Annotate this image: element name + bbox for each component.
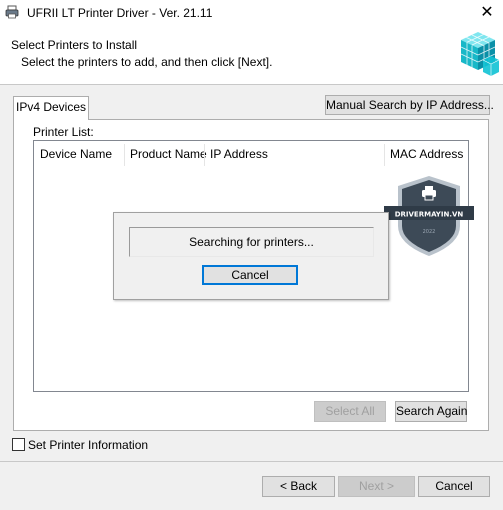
back-button[interactable]: < Back <box>262 476 335 497</box>
close-icon[interactable]: ✕ <box>474 2 500 24</box>
cubes-graphic <box>460 32 500 76</box>
manual-search-button[interactable]: Manual Search by IP Address... <box>325 95 494 115</box>
column-header-device-name[interactable]: Device Name <box>40 147 112 161</box>
printer-list-label: Printer List: <box>33 125 94 139</box>
cancel-search-button[interactable]: Cancel <box>202 265 298 285</box>
header-divider <box>0 84 503 85</box>
window-title: UFRII LT Printer Driver - Ver. 21.11 <box>27 6 213 20</box>
column-header-mac-address[interactable]: MAC Address <box>390 147 463 161</box>
column-separator[interactable] <box>204 144 205 166</box>
column-header-ip-address[interactable]: IP Address <box>210 147 268 161</box>
search-again-button[interactable]: Search Again <box>395 401 467 422</box>
column-separator[interactable] <box>384 144 385 166</box>
set-printer-information-checkbox[interactable] <box>12 438 25 451</box>
watermark-text: DRIVERMAYIN.VN <box>395 211 464 219</box>
printer-icon <box>5 5 19 19</box>
page-title: Select Printers to Install <box>11 38 138 52</box>
search-status-text: Searching for printers... <box>129 227 374 257</box>
column-separator[interactable] <box>124 144 125 166</box>
select-all-button[interactable]: Select All <box>314 401 386 422</box>
tab-ipv4-devices[interactable]: IPv4 Devices <box>13 96 89 120</box>
set-printer-information-label[interactable]: Set Printer Information <box>28 438 148 452</box>
footer-divider <box>0 461 503 462</box>
watermark-year: 2022 <box>423 229 436 235</box>
watermark-badge: DRIVERMAYIN.VN 2022 <box>384 176 474 256</box>
cancel-button[interactable]: Cancel <box>418 476 490 497</box>
page-subtitle: Select the printers to add, and then cli… <box>21 55 273 69</box>
column-header-product-name[interactable]: Product Name <box>130 147 207 161</box>
next-button[interactable]: Next > <box>338 476 415 497</box>
